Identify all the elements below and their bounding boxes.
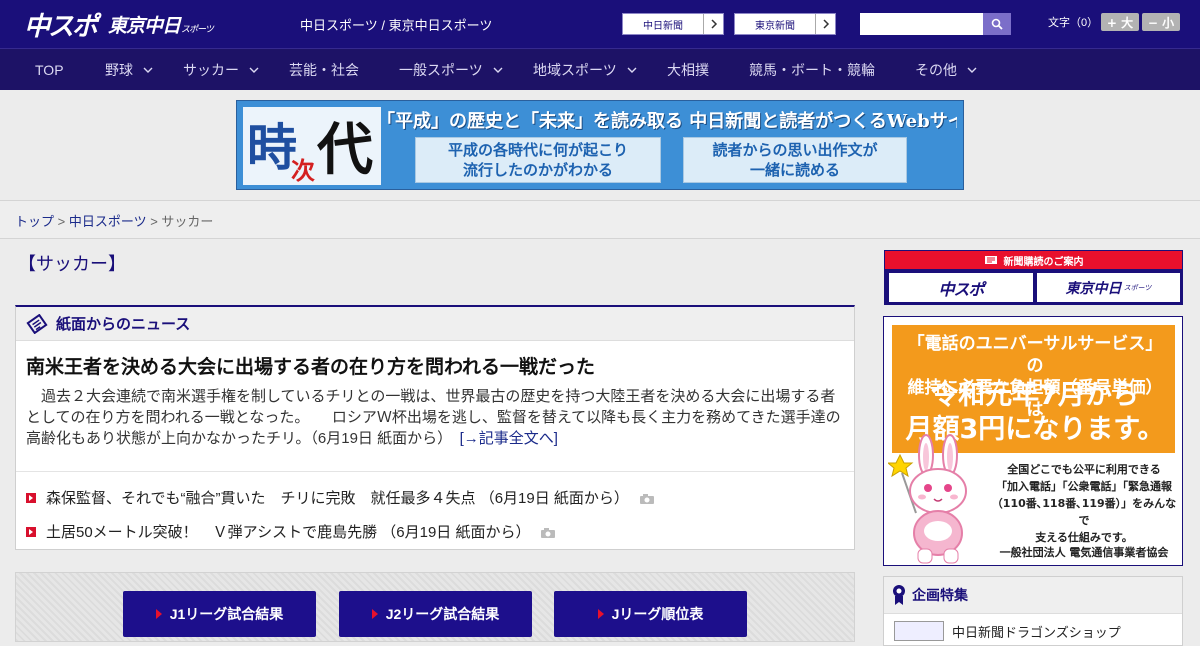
nav-item-local-sports[interactable]: 地域スポーツ [533,49,637,90]
banner-box-history: 平成の各時代に何が起こり 流行したのかがわかる [415,137,661,183]
feature-thumbnail [894,621,944,641]
search-input[interactable] [860,13,983,35]
breadcrumb-current: サッカー [161,214,214,229]
chevron-down-icon [249,67,259,73]
breadcrumb-separator: > [146,214,162,229]
news-panel-header: 紙面からのニュース [16,307,854,341]
nav-item-other[interactable]: その他 [915,49,977,90]
bunny-mascot-icon [886,433,984,565]
feature-header: 企画特集 [884,577,1182,614]
chunichi-shimbun-link[interactable]: 中日新聞 [622,13,724,35]
triangle-right-icon [371,609,378,619]
triangle-right-icon [155,609,162,619]
site-logo[interactable]: 中スポ 東京中日スポーツ [24,8,214,42]
jidai-dai-char: 代 [316,117,373,183]
nav-item-general-sports[interactable]: 一般スポーツ [399,49,503,90]
feature-item-dragons-shop[interactable]: 中日新聞ドラゴンズショップ [894,621,1121,641]
chunichi-shimbun-label: 中日新聞 [643,20,683,32]
font-size-decrease-button[interactable]: − 小 [1142,13,1180,31]
logo-chuspo: 中スポ [24,11,98,42]
font-size-increase-button[interactable]: + 大 [1101,13,1139,31]
chevron-down-icon [627,67,637,73]
bullet-icon [26,492,36,503]
newspaper-icon [984,256,997,264]
font-size-label: 文字（0） [1048,17,1099,29]
breadcrumb-separator: > [54,214,69,229]
subscribe-tokyo-chunichi-button[interactable]: 東京中日 スポーツ [1037,273,1180,302]
ribbon-icon [893,585,905,605]
subscription-box: 新聞購読のご案内 中スポ 東京中日 スポーツ [884,250,1183,305]
news-list-item[interactable]: 土居50メートル突破！ Ｖ弾アシストで鹿島先勝 （6月19日 紙面から） [26,521,556,542]
lead-article-body: 過去２大会連続で南米選手権を制しているチリとの一戦は、世界最古の歴史を持つ大陸王… [26,388,841,447]
breadcrumb-bar: トップ > 中日スポーツ > サッカー [0,200,1200,239]
results-panel: J1リーグ試合結果 J2リーグ試合結果 Jリーグ順位表 [15,572,855,642]
subscription-header: 新聞購読のご案内 [885,251,1182,269]
nav-item-top[interactable]: TOP [35,49,64,90]
breadcrumb: トップ > 中日スポーツ > サッカー [15,211,213,230]
divider [16,471,854,472]
jidai-banner-ad[interactable]: 時 次 代 「平成」の歴史と「未来」を読み取る 中日新聞と読者がつくるWebサイ… [236,100,964,190]
camera-icon [540,526,556,538]
triangle-right-icon [597,609,604,619]
site-header: 中スポ 東京中日スポーツ 中日スポーツ / 東京中日スポーツ 中日新聞 東京新聞… [0,0,1200,48]
jidai-logo: 時 次 代 [243,107,381,185]
nav-item-soccer[interactable]: サッカー [183,49,259,90]
j2-results-button[interactable]: J2リーグ試合結果 [339,591,532,637]
search-button[interactable] [983,13,1011,35]
read-full-article-link[interactable]: [→記事全文へ] [460,430,558,447]
main-nav: TOP 野球 サッカー 芸能・社会 一般スポーツ 地域スポーツ 大相撲 競馬・ボ… [0,48,1200,90]
lead-article-title[interactable]: 南米王者を決める大会に出場する者の在り方を問われる一戦だった [26,352,595,379]
news-list-item[interactable]: 森保監督、それでも“融合”貫いた チリに完敗 就任最多４失点 （6月19日 紙面… [26,487,655,508]
site-names: 中日スポーツ / 東京中日スポーツ [300,18,493,33]
banner-box-essays: 読者からの思い出作文が 一緒に読める [683,137,907,183]
bullet-icon [26,526,36,537]
ad-organization: 一般社団法人 電気通信事業者協会 [999,546,1169,559]
jidai-ji-char: 時 [247,118,297,177]
banner-headline: 「平成」の歴史と「未来」を読み取る 中日新聞と読者がつくるWebサイト [377,111,957,132]
news-panel-title: 紙面からのニュース [56,316,191,333]
camera-icon [639,492,655,504]
j-league-standings-button[interactable]: Jリーグ順位表 [554,591,747,637]
news-panel: 紙面からのニュース 南米王者を決める大会に出場する者の在り方を問われる一戦だった… [15,305,855,550]
universal-service-ad[interactable]: 「電話のユニバーサルサービス」の 維持に必要な負担額（番号単価）は 令和元年7月か… [883,316,1183,566]
chevron-down-icon [493,67,503,73]
chevron-right-icon [703,14,723,34]
j1-results-button[interactable]: J1リーグ試合結果 [123,591,316,637]
breadcrumb-top[interactable]: トップ [15,214,54,229]
chevron-down-icon [967,67,977,73]
chevron-right-icon [815,14,835,34]
subscribe-chuspo-button[interactable]: 中スポ [889,273,1033,302]
nav-item-sumo[interactable]: 大相撲 [667,49,709,90]
jidai-tsugi-char: 次 [291,156,315,185]
page-title: 【サッカー】 [18,254,126,274]
logo-tokyo-chunichi: 東京中日スポーツ [108,14,214,37]
ad-description: 全国どこでも公平に利用できる 「加入電話」「公衆電話」「緊急通報 （110番､1… [991,463,1177,544]
tokyo-shimbun-label: 東京新聞 [755,20,795,32]
newspaper-icon [26,313,48,334]
chevron-down-icon [143,67,153,73]
search-icon [991,18,1003,30]
nav-item-entertainment[interactable]: 芸能・社会 [289,49,359,90]
nav-item-racing[interactable]: 競馬・ボート・競輪 [749,49,875,90]
feature-box: 企画特集 中日新聞ドラゴンズショップ [883,576,1183,646]
nav-item-baseball[interactable]: 野球 [105,49,153,90]
breadcrumb-chunichi-sports[interactable]: 中日スポーツ [69,214,147,229]
tokyo-shimbun-link[interactable]: 東京新聞 [734,13,836,35]
